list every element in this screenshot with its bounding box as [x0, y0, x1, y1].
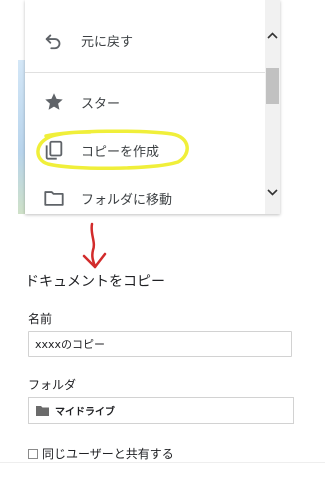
scrollbar-thumb[interactable] — [266, 68, 279, 104]
name-label: 名前 — [28, 312, 53, 326]
folder-icon — [44, 191, 64, 206]
name-input[interactable] — [28, 331, 292, 357]
context-menu: 元に戻す スター コピーを作成 フォルダに移動 — [25, 0, 280, 214]
folder-selector[interactable]: マイドライブ — [28, 397, 294, 424]
background-strip — [18, 60, 25, 214]
menu-item-undo[interactable]: 元に戻す — [25, 16, 265, 64]
menu-divider — [25, 72, 265, 73]
menu-item-label: 元に戻す — [81, 34, 134, 50]
folder-label: フォルダ — [28, 378, 77, 392]
menu-item-label: スター — [81, 96, 121, 112]
folder-icon — [36, 406, 49, 416]
chevron-up-icon[interactable] — [265, 28, 280, 44]
share-label: 同じユーザーと共有する — [42, 447, 174, 461]
undo-icon — [45, 34, 61, 50]
menu-item-star[interactable]: スター — [25, 78, 265, 126]
menu-item-move-to-folder[interactable]: フォルダに移動 — [25, 174, 265, 214]
highlight-circle-annotation — [36, 129, 189, 170]
dialog-title: ドキュメントをコピー — [25, 274, 165, 290]
divider — [0, 462, 325, 463]
share-option[interactable]: 同じユーザーと共有する — [28, 445, 174, 462]
chevron-down-icon[interactable] — [265, 184, 280, 200]
share-checkbox[interactable] — [28, 448, 38, 459]
arrow-down-annotation — [82, 222, 107, 269]
star-icon — [45, 93, 63, 110]
folder-name: マイドライブ — [55, 407, 115, 418]
menu-item-label: フォルダに移動 — [81, 192, 173, 208]
